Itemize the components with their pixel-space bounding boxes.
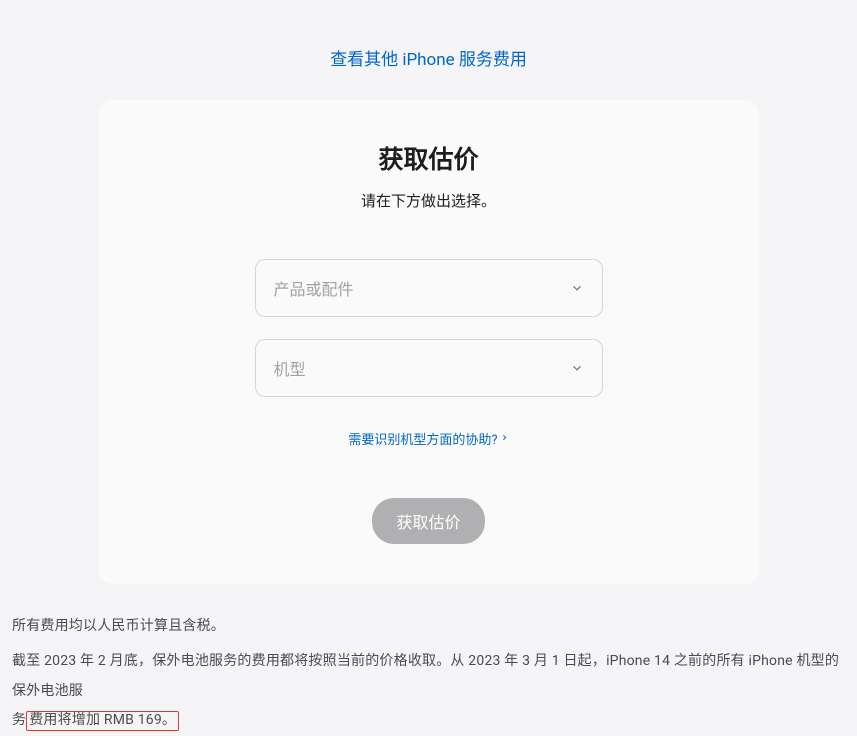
estimate-card: 获取估价 请在下方做出选择。 产品或配件 机型 需要识别机型方面的协助? [99, 100, 759, 584]
product-select-placeholder: 产品或配件 [274, 276, 354, 300]
price-increase-highlight: 费用将增加 RMB 169。 [26, 711, 179, 731]
get-estimate-button[interactable]: 获取估价 [372, 498, 484, 544]
help-link-label: 需要识别机型方面的协助? [348, 429, 497, 448]
view-other-iphone-link[interactable]: 查看其他 iPhone 服务费用 [330, 50, 527, 70]
footer-line-2: 截至 2023 年 2 月底，保外电池服务的费用都将按照当前的价格收取。从 20… [12, 647, 845, 735]
model-select-placeholder: 机型 [274, 356, 306, 380]
help-identify-model-link[interactable]: 需要识别机型方面的协助? [348, 429, 508, 448]
chevron-down-icon [570, 361, 584, 375]
top-link-section: 查看其他 iPhone 服务费用 [10, 10, 847, 100]
chevron-down-icon [570, 281, 584, 295]
product-select[interactable]: 产品或配件 [255, 259, 603, 317]
card-title: 获取估价 [99, 140, 759, 176]
footer-notes: 所有费用均以人民币计算且含税。 截至 2023 年 2 月底，保外电池服务的费用… [10, 612, 847, 736]
model-select-wrap: 机型 [255, 339, 603, 397]
model-select[interactable]: 机型 [255, 339, 603, 397]
card-subtitle: 请在下方做出选择。 [99, 190, 759, 211]
footer-line-1: 所有费用均以人民币计算且含税。 [12, 612, 845, 641]
chevron-right-icon [500, 431, 509, 446]
product-select-wrap: 产品或配件 [255, 259, 603, 317]
